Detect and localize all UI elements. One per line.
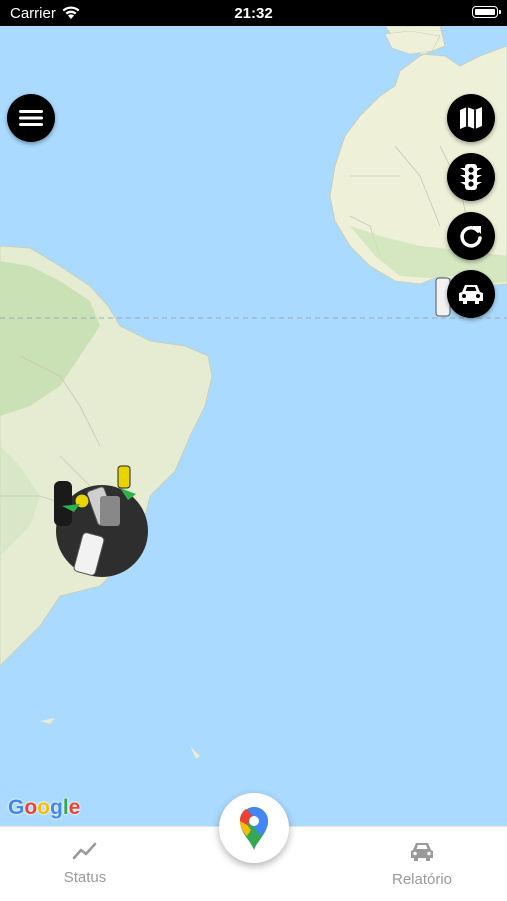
traffic-light-icon [460, 164, 482, 190]
vehicles-button[interactable] [447, 270, 495, 318]
open-google-maps-button[interactable] [219, 793, 289, 863]
car-icon [411, 843, 433, 861]
nav-status[interactable]: Status [25, 841, 145, 886]
map-view[interactable]: Google [0, 26, 507, 826]
menu-icon [19, 110, 43, 126]
map-type-button[interactable] [447, 94, 495, 142]
battery-icon [472, 6, 501, 18]
menu-button[interactable] [7, 94, 55, 142]
trending-icon [72, 842, 97, 860]
nav-status-label: Status [63, 869, 107, 886]
status-bar: Carrier 21:32 [0, 0, 507, 26]
car-icon [459, 285, 483, 304]
traffic-button[interactable] [447, 153, 495, 201]
google-attribution: Google [8, 796, 81, 819]
refresh-button[interactable] [447, 212, 495, 260]
nav-report-label: Relatório [391, 871, 453, 888]
google-maps-pin-icon [239, 806, 268, 850]
map-icon [460, 107, 482, 129]
nav-report[interactable]: Relatório [362, 841, 482, 888]
clock: 21:32 [234, 5, 273, 22]
refresh-icon [460, 226, 482, 248]
